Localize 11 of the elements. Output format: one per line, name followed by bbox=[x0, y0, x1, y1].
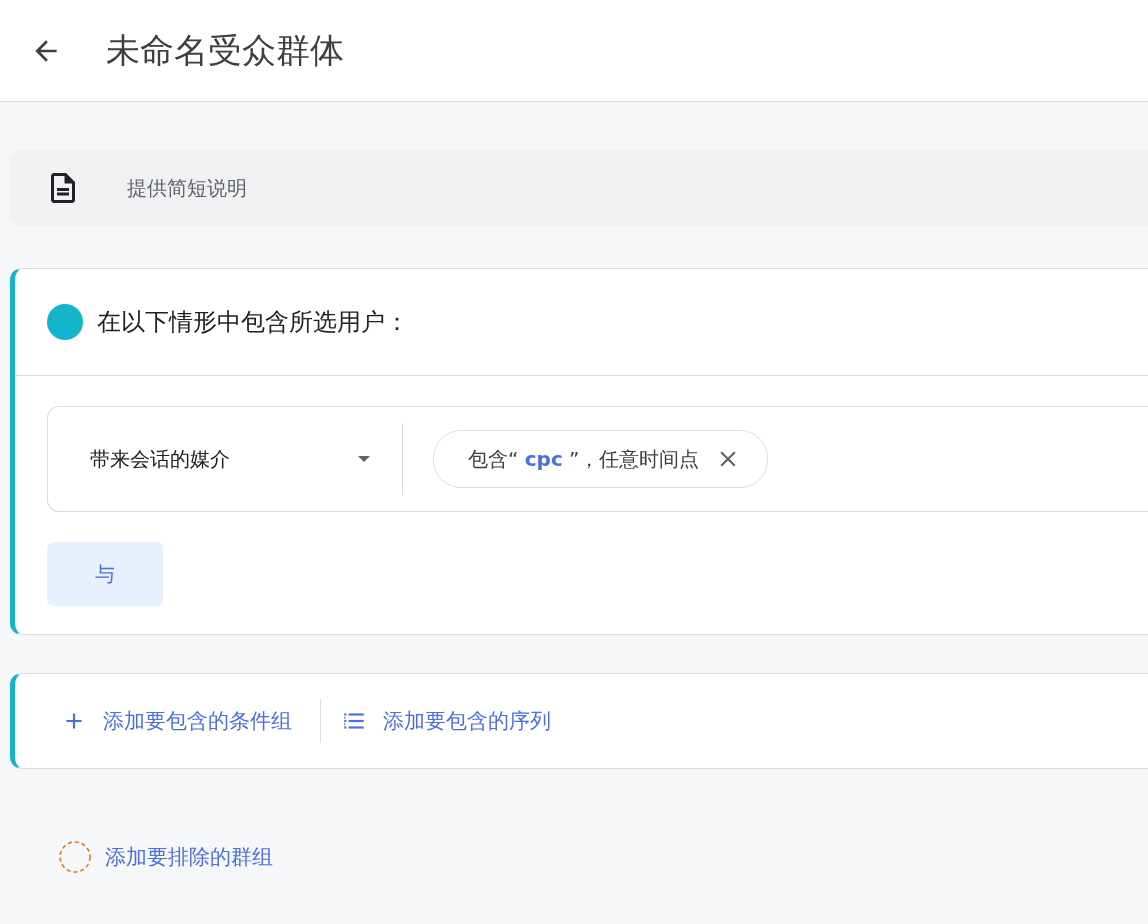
exclude-link[interactable]: 添加要排除的群组 bbox=[57, 839, 273, 875]
page-title: 未命名受众群体 bbox=[106, 28, 344, 72]
description-field[interactable]: 提供简短说明 bbox=[125, 175, 729, 201]
caret-icon bbox=[358, 456, 370, 462]
add-link[interactable]: 添加要包含的序列 bbox=[341, 707, 551, 735]
group-title: 在以下情形中包含所选用户： bbox=[97, 307, 409, 338]
dimension-dropdown[interactable]: 带来会话的媒介 bbox=[48, 445, 402, 473]
dashed-circle-icon bbox=[57, 839, 93, 875]
and-button[interactable]: 与 bbox=[47, 542, 163, 606]
add-link[interactable]: 添加要包含的条件组 bbox=[61, 707, 292, 735]
filter-chip[interactable]: 包含“ cpc ”，任意时间点 bbox=[433, 430, 769, 488]
